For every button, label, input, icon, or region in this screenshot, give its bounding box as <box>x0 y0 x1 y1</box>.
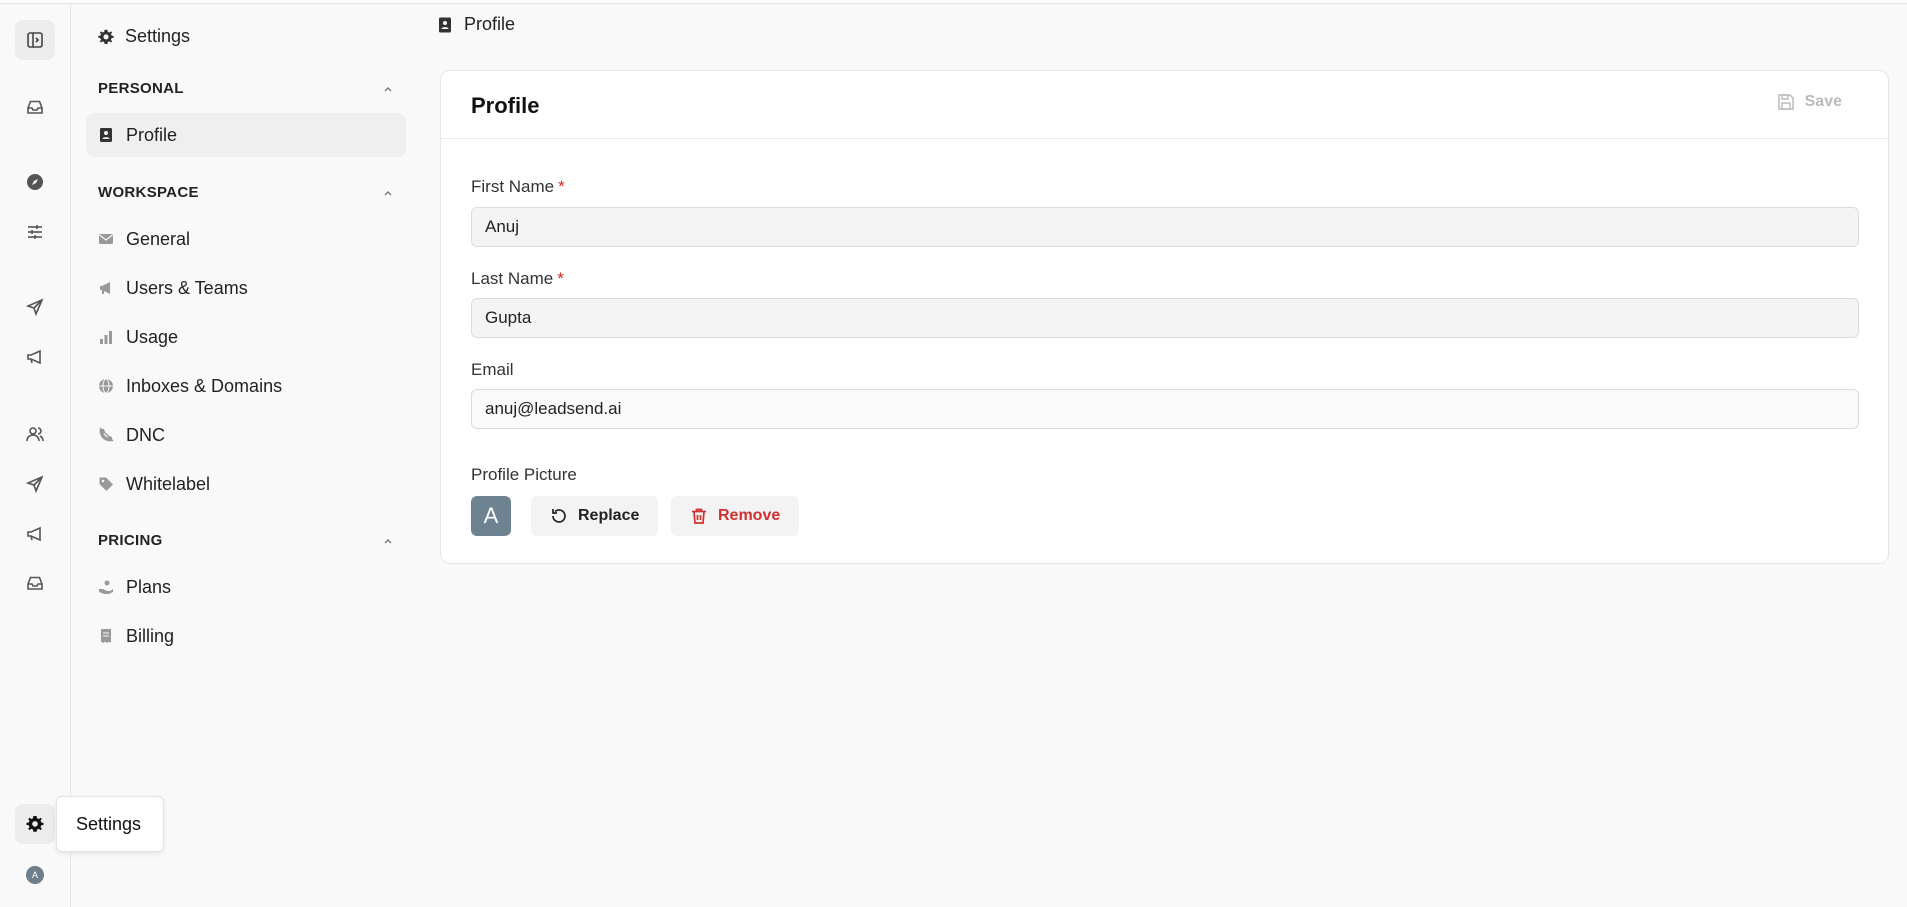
bar-chart-icon <box>100 331 112 344</box>
remove-button[interactable]: Remove <box>671 496 800 536</box>
settings-sidebar: Settings PERSONAL Profile WORKSPACE Gene… <box>72 4 412 907</box>
breadcrumb-label: Profile <box>464 14 516 34</box>
contact-card-icon <box>439 17 451 32</box>
megaphone-icon[interactable] <box>15 514 55 554</box>
section-workspace[interactable]: WORKSPACE <box>98 184 394 201</box>
tag-icon <box>99 477 113 491</box>
save-label: Save <box>1804 93 1842 110</box>
users-icon[interactable] <box>15 414 55 454</box>
gear-icon[interactable] <box>15 804 55 844</box>
sidebar-item-label: General <box>126 228 191 249</box>
globe-icon <box>99 378 113 394</box>
section-pricing[interactable]: PRICING <box>98 532 394 549</box>
sidebar-item-users-teams[interactable]: Users & Teams <box>86 266 406 310</box>
sidebar-item-label: Profile <box>126 124 178 145</box>
email-field[interactable]: anuj@leadsend.ai <box>471 389 1859 429</box>
avatar: A <box>471 496 511 536</box>
first-name-label-text: First Name <box>471 177 555 196</box>
sidebar-item-label: Usage <box>126 326 179 347</box>
save-icon <box>1777 94 1794 110</box>
trash-icon <box>692 508 706 524</box>
sidebar-item-label: Plans <box>126 576 172 597</box>
remove-label: Remove <box>718 507 781 524</box>
first-name-label: First Name * <box>471 177 565 197</box>
replace-button[interactable]: Replace <box>531 496 659 536</box>
sidebar-item-label: Whitelabel <box>126 473 211 494</box>
section-personal[interactable]: PERSONAL <box>98 80 394 97</box>
profile-card: Profile Save First Name * Anuj Last Name *… <box>440 70 1889 564</box>
phone-off-icon <box>99 427 114 442</box>
sidebar-item-billing[interactable]: Billing <box>86 614 406 658</box>
inbox-icon[interactable] <box>15 563 55 603</box>
last-name-label-text: Last Name <box>471 269 554 288</box>
settings-title: Settings <box>97 26 190 47</box>
contact-card-icon <box>100 128 112 142</box>
page-title: Profile <box>471 93 540 118</box>
settings-title-label: Settings <box>125 26 191 46</box>
sidebar-item-label: Inboxes & Domains <box>126 375 283 396</box>
replace-label: Replace <box>578 507 640 524</box>
sidebar-item-general[interactable]: General <box>86 217 406 261</box>
email-label: Email <box>471 360 514 379</box>
megaphone-icon[interactable] <box>15 337 55 377</box>
first-name-field[interactable]: Anuj <box>471 207 1859 247</box>
sidebar-item-label: DNC <box>126 424 165 445</box>
card-header: Profile Save <box>441 71 1888 139</box>
icon-rail: A <box>0 4 71 907</box>
chevron-up-icon <box>384 190 392 195</box>
last-name-field[interactable]: Gupta <box>471 298 1859 338</box>
required-mark: * <box>558 177 565 196</box>
gear-icon <box>98 29 114 44</box>
section-pricing-label: PRICING <box>98 532 163 549</box>
send-icon[interactable] <box>15 287 55 327</box>
sidebar-item-dnc[interactable]: DNC <box>86 413 406 457</box>
last-name-label: Last Name * <box>471 269 564 289</box>
rotate-ccw-icon <box>552 509 566 523</box>
inbox-icon[interactable] <box>15 87 55 127</box>
section-workspace-label: WORKSPACE <box>98 184 199 201</box>
sidebar-item-usage[interactable]: Usage <box>86 315 406 359</box>
required-mark: * <box>557 269 564 288</box>
save-button[interactable]: Save <box>1777 93 1842 111</box>
sliders-icon[interactable] <box>15 212 55 252</box>
envelope-icon <box>99 234 113 244</box>
sidebar-toggle-icon[interactable] <box>15 20 55 60</box>
chevron-up-icon <box>384 86 392 91</box>
chevron-up-icon <box>384 538 392 543</box>
sidebar-item-label: Billing <box>126 625 175 646</box>
avatar[interactable]: A <box>26 866 44 884</box>
hand-coin-icon <box>99 580 113 594</box>
profile-picture-label: Profile Picture <box>471 465 577 484</box>
megaphone-icon <box>100 282 110 294</box>
send-icon[interactable] <box>15 464 55 504</box>
sidebar-item-inboxes-domains[interactable]: Inboxes & Domains <box>86 364 406 408</box>
section-personal-label: PERSONAL <box>98 80 184 97</box>
sidebar-item-label: Users & Teams <box>126 277 248 298</box>
receipt-icon <box>101 629 111 643</box>
sidebar-item-profile[interactable]: Profile <box>86 113 406 157</box>
compass-icon[interactable] <box>15 162 55 202</box>
breadcrumb: Profile <box>438 14 515 35</box>
sidebar-item-whitelabel[interactable]: Whitelabel <box>86 462 406 506</box>
sidebar-item-plans[interactable]: Plans <box>86 565 406 609</box>
